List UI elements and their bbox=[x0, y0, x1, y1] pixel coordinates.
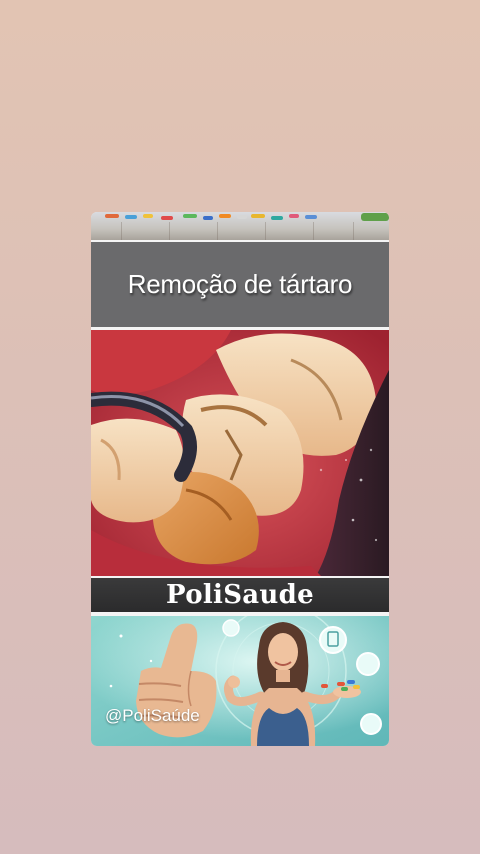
tartar-removal-teeth-photo bbox=[91, 330, 389, 576]
post-title: Remoção de tártaro bbox=[127, 269, 353, 299]
brand-name: PoliSaude bbox=[166, 580, 314, 610]
brand-banner: PoliSaude bbox=[91, 578, 389, 612]
title-banner: Remoção de tártaro bbox=[91, 242, 389, 327]
woman-thumbs-up-illustration: @PoliSaúde bbox=[91, 616, 389, 746]
account-handle-watermark: @PoliSaúde bbox=[105, 706, 200, 725]
pills-header-image bbox=[91, 212, 389, 240]
story-card: Remoção de tártaro PoliSaude @PoliSaúde bbox=[91, 212, 389, 746]
